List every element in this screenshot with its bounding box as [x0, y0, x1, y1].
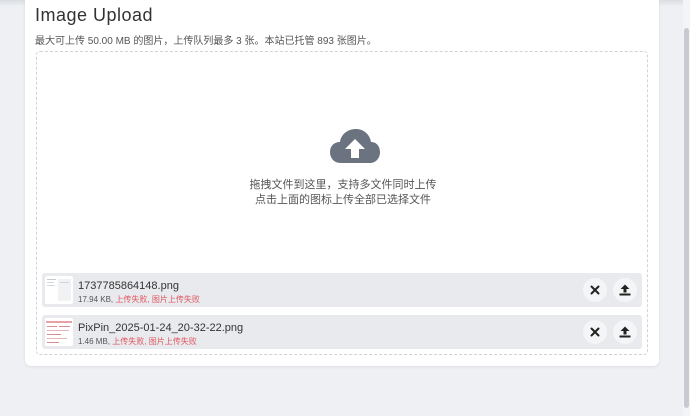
file-size: 17.94 KB — [78, 295, 111, 304]
file-thumbnail — [45, 276, 73, 304]
file-name: 1737785864148.png — [78, 280, 179, 292]
file-status-error: 上传失败, 图片上传失败 — [115, 295, 200, 304]
upload-icon — [619, 326, 631, 338]
upload-dropzone[interactable]: 拖拽文件到这里，支持多文件同时上传 点击上面的图标上传全部已选择文件 17377… — [36, 51, 648, 355]
file-name: PixPin_2025-01-24_20-32-22.png — [78, 322, 244, 334]
page-title: Image Upload — [35, 5, 154, 25]
file-row: 1737785864148.png 17.94 KB, 上传失败, 图片上传失败 — [42, 273, 642, 307]
scrollbar-thumb[interactable] — [684, 28, 689, 408]
cloud-upload-icon[interactable] — [329, 127, 381, 167]
file-meta: 1.46 MB, 上传失败, 图片上传失败 — [78, 337, 197, 346]
dropzone-hint-drag: 拖拽文件到这里，支持多文件同时上传 — [249, 179, 437, 191]
file-thumbnail — [45, 318, 73, 346]
file-row: PixPin_2025-01-24_20-32-22.png 1.46 MB, … — [42, 315, 642, 349]
upload-icon — [619, 284, 631, 296]
page-subtitle: 最大可上传 50.00 MB 的图片，上传队列最多 3 张。本站已托管 893 … — [35, 36, 377, 47]
remove-file-button[interactable] — [583, 320, 607, 344]
dropzone-hint-click: 点击上面的图标上传全部已选择文件 — [255, 194, 431, 206]
file-status-error: 上传失败, 图片上传失败 — [112, 337, 197, 346]
upload-card: Image Upload 最大可上传 50.00 MB 的图片，上传队列最多 3… — [25, 0, 659, 366]
file-size: 1.46 MB — [78, 337, 108, 346]
upload-file-button[interactable] — [613, 320, 637, 344]
file-meta: 17.94 KB, 上传失败, 图片上传失败 — [78, 295, 200, 304]
close-icon — [590, 327, 600, 337]
remove-file-button[interactable] — [583, 278, 607, 302]
upload-file-button[interactable] — [613, 278, 637, 302]
close-icon — [590, 285, 600, 295]
page-scrollbar[interactable] — [683, 0, 690, 416]
